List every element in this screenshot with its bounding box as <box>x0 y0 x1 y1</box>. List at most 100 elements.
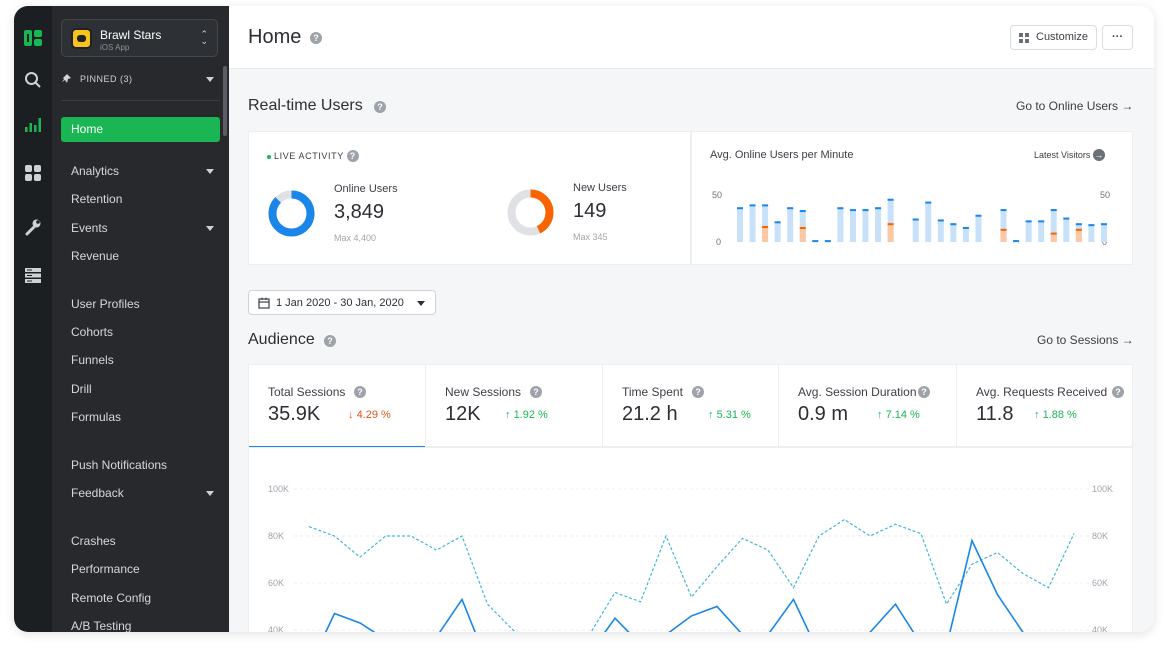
bar <box>849 209 856 242</box>
pinned-label: PINNED (3) <box>80 74 133 84</box>
new-users-value: 149 <box>573 200 607 222</box>
help-icon[interactable]: ? <box>324 335 336 347</box>
bar-cap <box>824 240 831 243</box>
tab-avg-session-duration[interactable]: Avg. Session Duration? 0.9 m ↑ 7.14 % <box>779 365 957 447</box>
go-label: Go to Online Users <box>1016 99 1119 113</box>
bar-cap <box>1075 223 1082 226</box>
bar <box>875 207 882 242</box>
sidebar-item-label: Retention <box>71 192 123 206</box>
bar-cap <box>787 207 794 210</box>
bar <box>937 219 944 242</box>
sidebar-item-home[interactable]: Home <box>61 117 220 142</box>
sidebar-item-a-b-testing[interactable]: A/B Testing <box>61 614 220 632</box>
tab-value: 21.2 h <box>622 403 678 425</box>
sidebar-item-label: Events <box>71 221 108 235</box>
tab-label: New Sessions <box>445 385 522 399</box>
help-icon[interactable]: ? <box>918 386 930 398</box>
sidebar-item-drill[interactable]: Drill <box>61 377 220 402</box>
pin-icon <box>62 74 71 83</box>
arrow-up-icon: ↑ <box>877 409 886 421</box>
sidebar-item-label: User Profiles <box>71 297 140 311</box>
bar <box>1100 223 1107 242</box>
help-icon[interactable]: ? <box>374 101 386 113</box>
caret-down-icon <box>206 77 214 82</box>
go-to-sessions-link[interactable]: Go to Sessions → <box>1037 333 1134 347</box>
bar-new-users <box>799 226 806 242</box>
app-selector[interactable]: Brawl Stars iOS App ⌃ ⌄ <box>61 19 218 57</box>
countly-logo-icon[interactable] <box>23 28 43 48</box>
customize-button[interactable]: Customize <box>1010 25 1097 50</box>
bar-cap <box>799 210 806 213</box>
sidebar-item-label: Cohorts <box>71 325 114 339</box>
tab-change: ↑ 1.92 % <box>505 409 548 421</box>
sidebar-item-formulas[interactable]: Formulas <box>61 405 220 430</box>
date-range-picker[interactable]: 1 Jan 2020 - 30 Jan, 2020 <box>248 290 436 315</box>
live-activity-card: LIVE ACTIVITY ? Online Users 3,849 Max 4… <box>248 131 691 265</box>
help-icon[interactable]: ? <box>1112 386 1124 398</box>
sidebar-item-feedback[interactable]: Feedback <box>61 481 220 506</box>
y-tick: 50 <box>712 190 722 200</box>
y-tick-left: 40K <box>268 625 284 632</box>
page-title: Home <box>248 26 302 48</box>
bar <box>787 207 794 242</box>
sidebar-item-remote-config[interactable]: Remote Config <box>61 586 220 611</box>
sidebar-item-cohorts[interactable]: Cohorts <box>61 320 220 345</box>
more-options-button[interactable]: ··· <box>1102 25 1133 50</box>
online-users-chart-card: Avg. Online Users per Minute Latest Visi… <box>691 131 1133 265</box>
help-icon[interactable]: ? <box>310 32 322 44</box>
pinned-toggle[interactable]: PINNED (3) <box>61 72 218 88</box>
help-icon[interactable]: ? <box>354 386 366 398</box>
tab-avg-requests-received[interactable]: Avg. Requests Received? 11.8 ↑ 1.88 % <box>957 365 1133 447</box>
grid-icon <box>1019 33 1029 43</box>
sidebar-item-label: Drill <box>71 382 92 396</box>
sidebar-item-push-notifications[interactable]: Push Notifications <box>61 453 220 478</box>
sidebar-item-user-profiles[interactable]: User Profiles <box>61 292 220 317</box>
server-icon[interactable] <box>23 265 43 285</box>
bar <box>774 221 781 242</box>
bar <box>1038 220 1045 242</box>
sidebar-item-label: A/B Testing <box>71 619 132 632</box>
tab-label: Total Sessions <box>268 385 346 399</box>
y-tick-right: 40K <box>1092 625 1108 632</box>
date-range-label: 1 Jan 2020 - 30 Jan, 2020 <box>276 297 404 309</box>
sidebar-item-analytics[interactable]: Analytics <box>61 159 220 184</box>
sidebar-item-events[interactable]: Events <box>61 216 220 241</box>
online-users-max: Max 4,400 <box>334 233 377 243</box>
wrench-icon[interactable] <box>23 217 43 237</box>
realtime-title: Real-time Users <box>248 97 363 114</box>
tab-total-sessions[interactable]: Total Sessions? 35.9K ↓ 4.29 % <box>249 365 426 448</box>
bar <box>862 209 869 242</box>
customize-label: Customize <box>1036 31 1088 43</box>
sidebar-item-performance[interactable]: Performance <box>61 557 220 582</box>
search-icon[interactable] <box>23 70 43 90</box>
help-icon[interactable]: ? <box>530 386 542 398</box>
sidebar-scrollbar[interactable] <box>223 66 227 136</box>
bar-cap <box>849 209 856 212</box>
help-icon[interactable]: ? <box>346 150 359 162</box>
tab-value: 11.8 <box>976 403 1014 425</box>
bar-new-users-cap <box>1050 232 1057 235</box>
live-activity-label: LIVE ACTIVITY ? <box>267 150 359 162</box>
app-platform: iOS App <box>100 43 130 52</box>
bar-cap <box>737 207 743 210</box>
sidebar-item-crashes[interactable]: Crashes <box>61 529 220 554</box>
tab-new-sessions[interactable]: New Sessions? 12K ↑ 1.92 % <box>426 365 603 447</box>
sidebar-item-revenue[interactable]: Revenue <box>61 244 220 269</box>
analytics-bars-icon[interactable] <box>23 114 43 134</box>
sidebar-item-label: Funnels <box>71 353 114 367</box>
sidebar-item-retention[interactable]: Retention <box>61 187 220 212</box>
caret-down-icon <box>417 301 425 306</box>
bar-new-users <box>887 223 894 242</box>
apps-grid-icon[interactable] <box>23 163 43 183</box>
bar <box>737 207 743 242</box>
sidebar-item-funnels[interactable]: Funnels <box>61 348 220 373</box>
bar-cap <box>1088 224 1095 227</box>
help-icon[interactable]: ? <box>692 386 704 398</box>
tab-time-spent[interactable]: Time Spent? 21.2 h ↑ 5.31 % <box>603 365 779 447</box>
audience-title: Audience <box>248 331 315 348</box>
sidebar-item-label: Home <box>71 122 104 136</box>
sidebar-item-label: Crashes <box>71 534 116 548</box>
bar <box>1063 217 1070 242</box>
tab-label: Avg. Session Duration <box>798 385 917 399</box>
go-to-online-users-link[interactable]: Go to Online Users → <box>1016 99 1133 113</box>
